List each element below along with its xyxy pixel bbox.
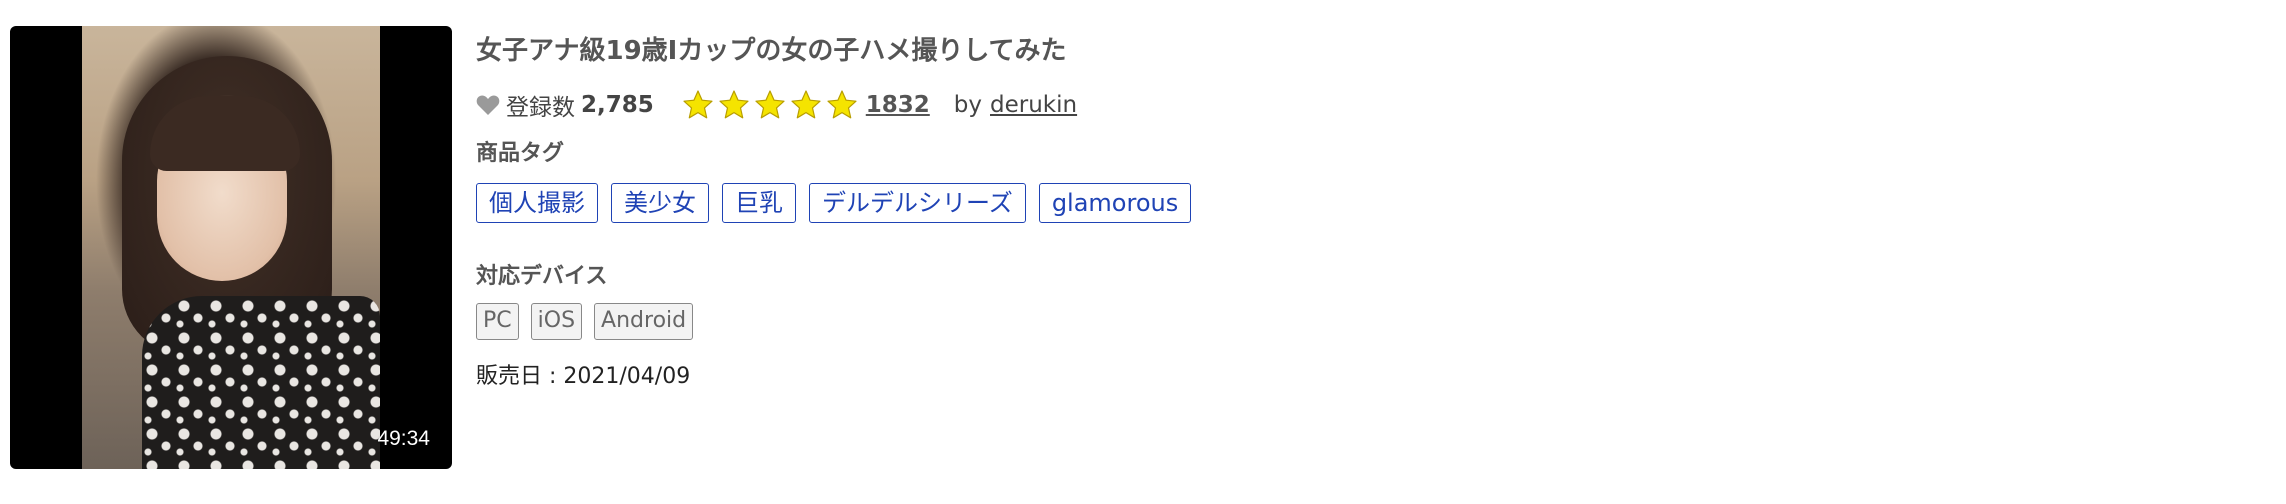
tag-item[interactable]: glamorous: [1038, 183, 1192, 223]
tag-item[interactable]: デルデルシリーズ: [809, 183, 1026, 223]
rating-stars: [682, 89, 862, 121]
heart-icon[interactable]: [476, 94, 500, 116]
meta-row: 登録数 2,785 1832 by derukin: [476, 88, 1077, 122]
device-badge-pc: PC: [476, 303, 519, 340]
release-date: 販売日 : 2021/04/09: [476, 364, 691, 389]
star-icon: [755, 90, 785, 119]
favorites-label: 登録数: [506, 95, 575, 121]
device-list: PC iOS Android: [476, 303, 694, 340]
tag-item[interactable]: 個人撮影: [476, 183, 598, 223]
star-icon: [827, 90, 857, 119]
thumbnail-photo: [82, 26, 380, 469]
device-badge-ios: iOS: [530, 303, 583, 340]
devices-heading: 対応デバイス: [476, 264, 608, 289]
favorites-count: 2,785: [581, 92, 654, 118]
star-icon: [719, 90, 749, 119]
star-icon: [791, 90, 821, 119]
tag-item[interactable]: 巨乳: [722, 183, 796, 223]
review-count-link[interactable]: 1832: [866, 92, 930, 118]
star-icon: [683, 90, 713, 119]
device-badge-android: Android: [594, 303, 694, 340]
tag-list: 個人撮影 美少女 巨乳 デルデルシリーズ glamorous: [476, 183, 1192, 223]
video-duration: 49:34: [377, 427, 430, 450]
author-link[interactable]: derukin: [990, 92, 1077, 118]
product-title[interactable]: 女子アナ級19歳Iカップの女の子ハメ撮りしてみた: [476, 30, 1067, 67]
tag-item[interactable]: 美少女: [611, 183, 709, 223]
video-thumbnail[interactable]: 49:34: [10, 26, 452, 469]
product-card: 49:34 女子アナ級19歳Iカップの女の子ハメ撮りしてみた 登録数 2,785…: [0, 0, 2286, 504]
by-label: by: [953, 92, 982, 118]
tags-heading: 商品タグ: [476, 141, 565, 166]
